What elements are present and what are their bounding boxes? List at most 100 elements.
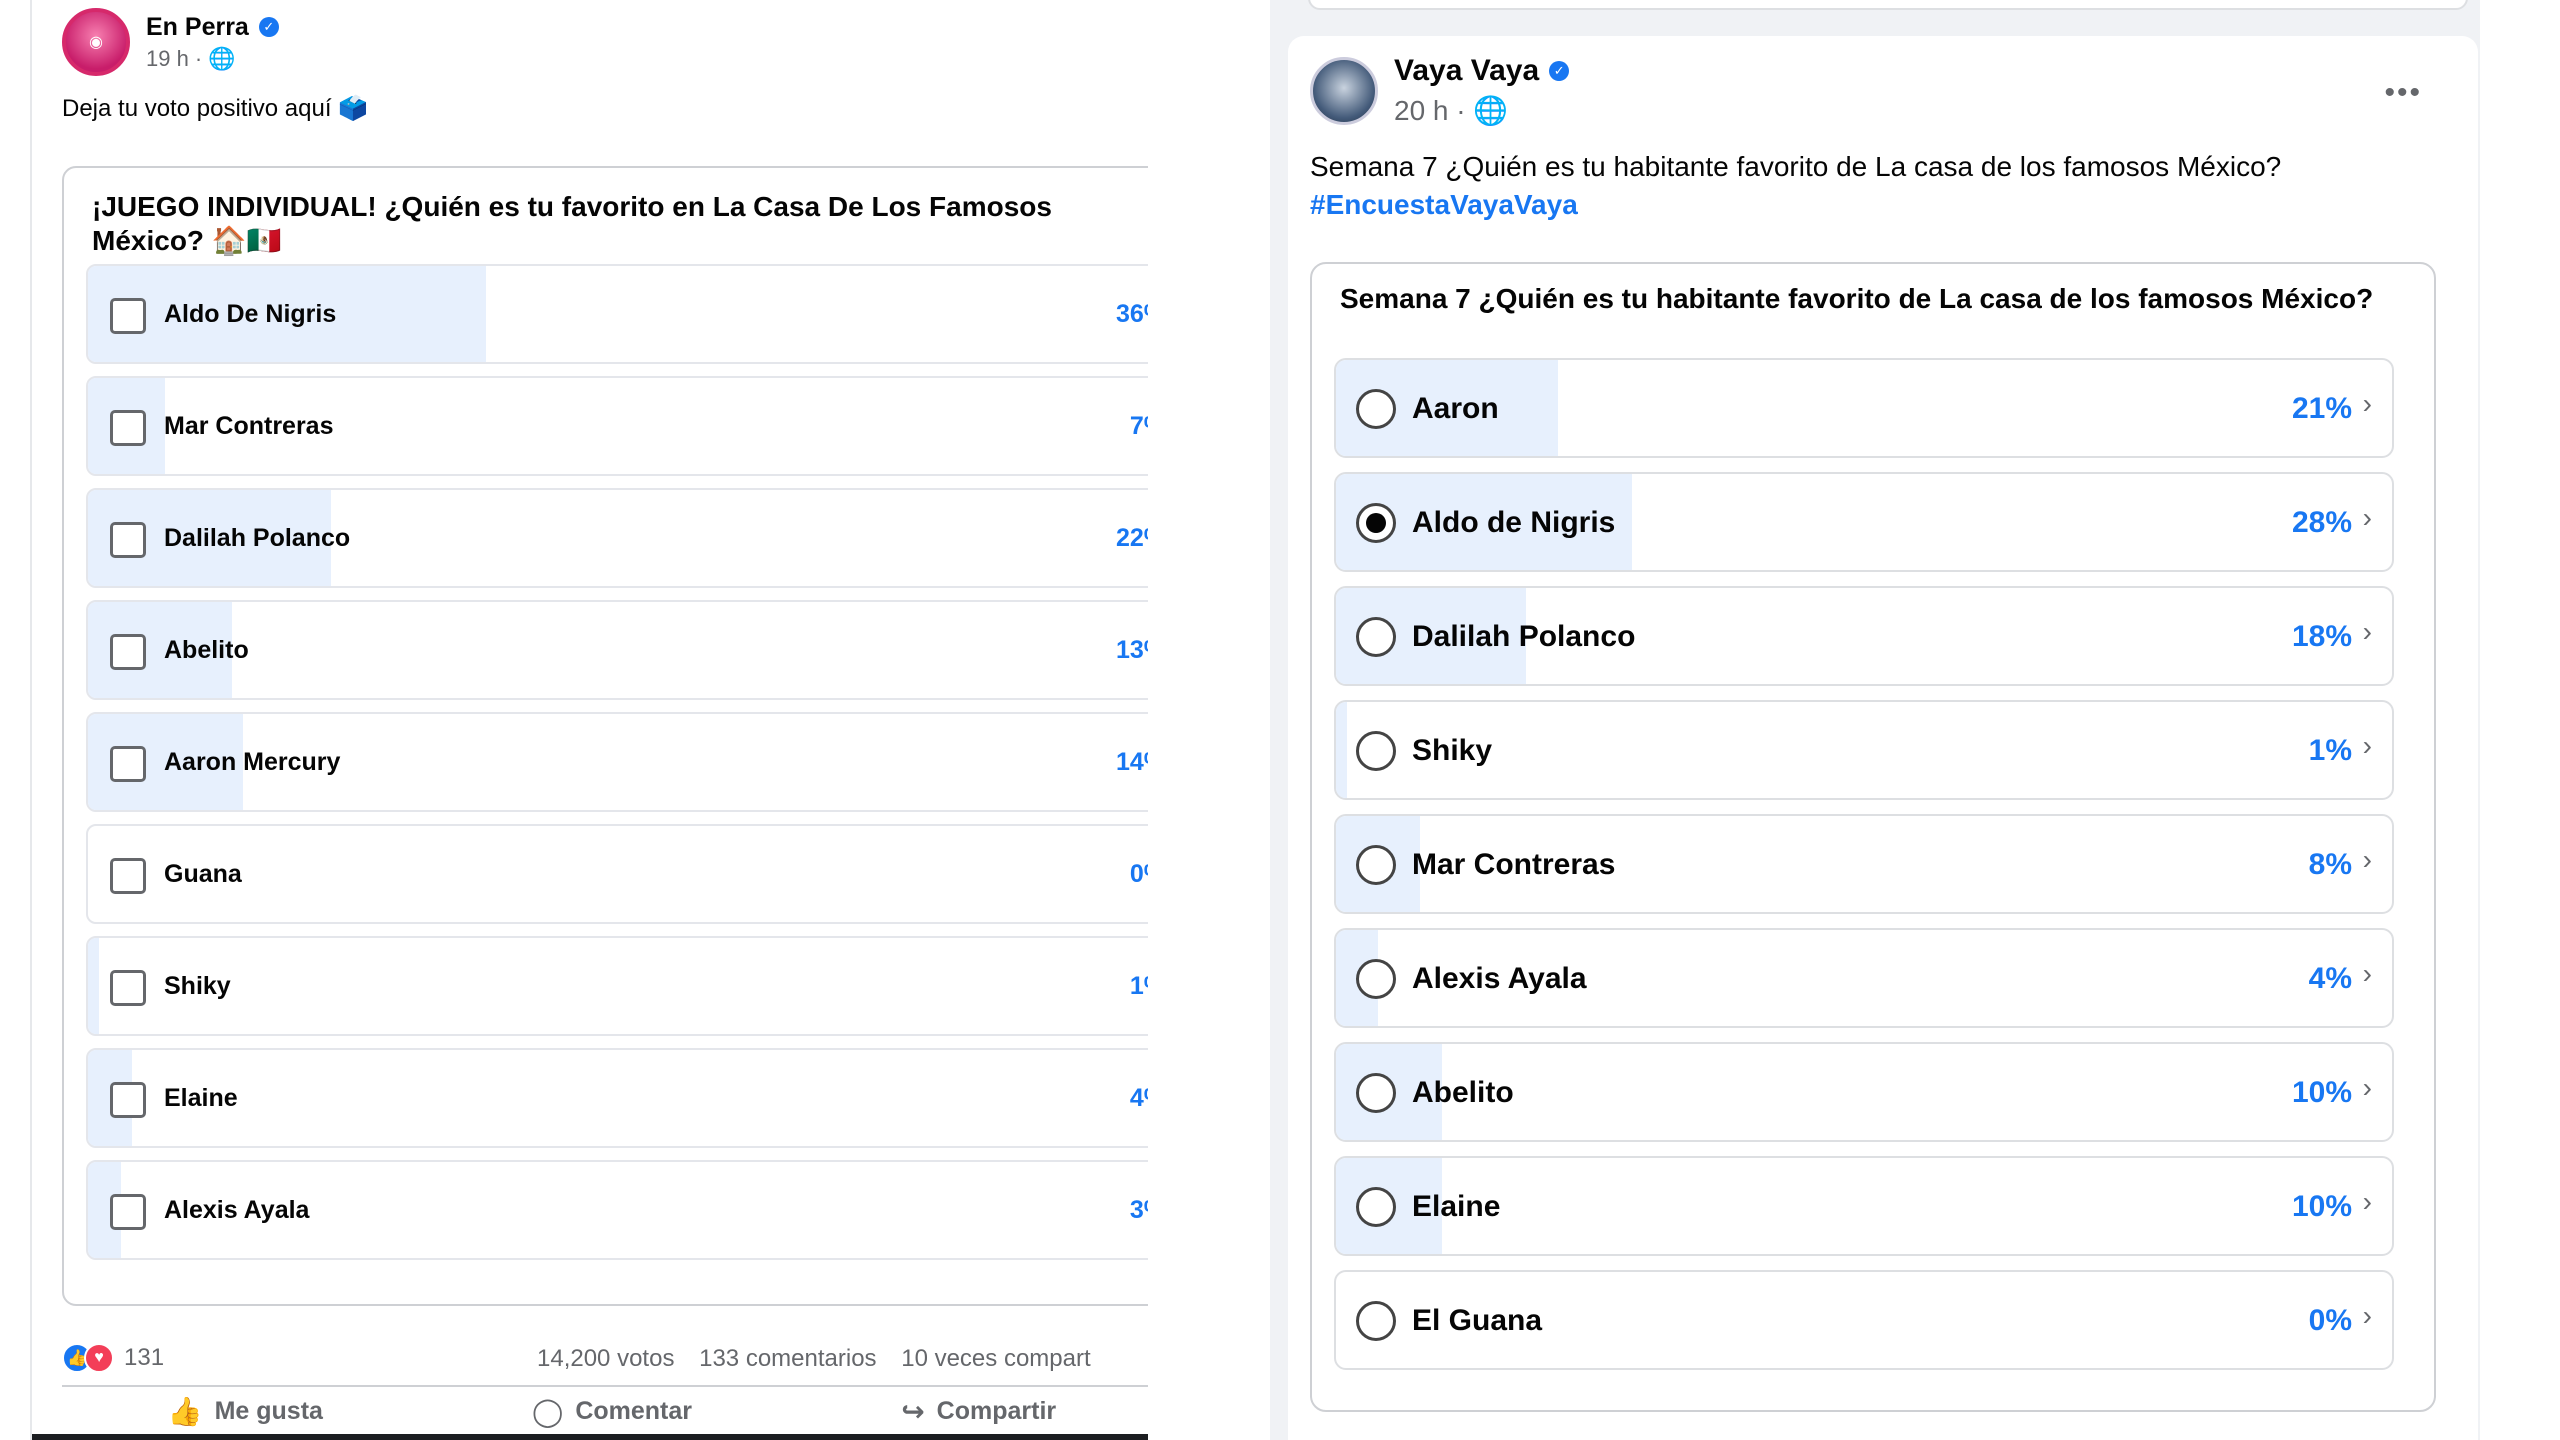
share-label: Compartir [936,1397,1057,1425]
poll-option-label: Aldo de Nigris [1412,506,1616,539]
poll-option-percent[interactable]: 1% [1130,972,1148,1001]
chevron-right-icon[interactable]: › [2363,730,2372,762]
verified-badge-icon: ✓ [258,17,279,37]
poll-option-label: Abelito [164,636,249,664]
radio-button[interactable] [1356,1073,1396,1113]
poll-option-percent[interactable]: 4% [2309,962,2352,996]
more-dots-icon[interactable]: ••• [2384,76,2422,110]
radio-button[interactable] [1356,731,1396,771]
reaction-count: 131 [124,1344,165,1371]
poll-option[interactable]: Aldo de Nigris 28% › [1334,472,2394,572]
poll-option[interactable]: Elaine4%› [86,1048,1148,1148]
chevron-right-icon[interactable]: › [2363,388,2372,420]
poll-option-percent[interactable]: 22% [1116,524,1148,553]
poll-option-label: Mar Contreras [164,412,334,440]
shares-count[interactable]: 10 veces compart [901,1345,1090,1372]
poll-option-percent[interactable]: 10% [2292,1190,2352,1224]
checkbox[interactable] [110,858,146,894]
poll-option[interactable]: Shiky1%› [86,936,1148,1036]
avatar[interactable] [1310,56,1378,125]
poll-option-percent[interactable]: 3% [1130,1196,1148,1225]
chevron-right-icon[interactable]: › [2363,502,2372,534]
checkbox[interactable] [110,634,146,670]
radio-button[interactable] [1356,503,1396,543]
radio-button[interactable] [1356,389,1396,429]
poll-option[interactable]: Abelito13%› [86,600,1148,700]
post-time[interactable]: 19 h · [146,46,202,71]
chevron-right-icon[interactable]: › [2363,844,2372,876]
radio-button[interactable] [1356,617,1396,657]
left-post-header: ◉ En Perra ✓ 19 h · 🌐 [62,8,279,76]
globe-icon: 🌐 [1473,95,1509,126]
post-time[interactable]: 20 h · [1394,95,1466,126]
chevron-right-icon[interactable]: › [2363,616,2372,648]
poll-option-percent[interactable]: 0% [2309,1304,2352,1338]
poll-option-percent[interactable]: 21% [2292,392,2352,426]
radio-button[interactable] [1356,845,1396,885]
poll-option-percent[interactable]: 4% [1130,1084,1148,1113]
globe-icon: 🌐 [208,45,236,71]
share-arrow-icon: ↪ [901,1396,925,1427]
hashtag-link[interactable]: #EncuestaVayaVaya [1310,189,1578,220]
poll-card: ¡JUEGO INDIVIDUAL! ¿Quién es tu favorito… [62,166,1148,1306]
like-button[interactable]: 👍 Me gusta [62,1395,429,1428]
author-name[interactable]: En Perra [146,13,249,42]
radio-button[interactable] [1356,959,1396,999]
right-post-header: Vaya Vaya ✓ 20 h · 🌐 [1310,54,1570,127]
poll-option[interactable]: Elaine 10% › [1334,1156,2394,1256]
share-button[interactable]: ↪ Compartir [795,1395,1148,1428]
author-name[interactable]: Vaya Vaya [1394,54,1539,88]
chevron-right-icon[interactable]: › [2363,1072,2372,1104]
poll-option-label: Aaron [1412,392,1499,425]
checkbox[interactable] [110,298,146,334]
radio-button[interactable] [1356,1301,1396,1341]
poll-option[interactable]: Aldo De Nigris36%› [86,264,1148,364]
poll-option-percent[interactable]: 1% [2309,734,2352,768]
poll-option[interactable]: Alexis Ayala3%› [86,1160,1148,1260]
poll-option[interactable]: Aaron 21% › [1334,358,2394,458]
checkbox[interactable] [110,970,146,1006]
poll-option-percent[interactable]: 36% [1116,300,1148,329]
reactions-summary[interactable]: 👍 ♥ 131 [62,1343,164,1373]
checkbox[interactable] [110,746,146,782]
poll-option-percent[interactable]: 28% [2292,506,2352,540]
poll-option-bar [1336,702,1347,798]
checkbox[interactable] [110,1194,146,1230]
poll-option[interactable]: El Guana 0% › [1334,1270,2394,1370]
poll-option-percent[interactable]: 14% [1116,748,1148,777]
poll-option-label: Elaine [1412,1190,1501,1223]
poll-option[interactable]: Mar Contreras7%› [86,376,1148,476]
votes-count[interactable]: 14,200 votos [537,1345,674,1372]
action-bar: 👍 Me gusta ◯ Comentar ↪ Compartir [62,1395,1148,1428]
poll-option-percent[interactable]: 10% [2292,1076,2352,1110]
poll-option[interactable]: Mar Contreras 8% › [1334,814,2394,914]
poll-option-percent[interactable]: 7% [1130,412,1148,441]
poll-option[interactable]: Dalilah Polanco 18% › [1334,586,2394,686]
chevron-right-icon[interactable]: › [2363,958,2372,990]
poll-option-percent[interactable]: 18% [2292,620,2352,654]
poll-option[interactable]: Dalilah Polanco22%› [86,488,1148,588]
poll-option[interactable]: Abelito 10% › [1334,1042,2394,1142]
chevron-right-icon[interactable]: › [2363,1300,2372,1332]
radio-button[interactable] [1356,1187,1396,1227]
comment-button[interactable]: ◯ Comentar [429,1395,796,1428]
comments-count[interactable]: 133 comentarios [699,1345,876,1372]
poll-option-percent[interactable]: 0% [1130,860,1148,889]
poll-option-label: Dalilah Polanco [164,524,351,552]
poll-option-percent[interactable]: 8% [2309,848,2352,882]
speech-bubble-icon: ◯ [531,1396,564,1427]
poll-option-label: Dalilah Polanco [1412,620,1636,653]
poll-option-label: El Guana [1412,1304,1543,1337]
poll-option[interactable]: Guana0%› [86,824,1148,924]
checkbox[interactable] [110,410,146,446]
chevron-right-icon[interactable]: › [2363,1186,2372,1218]
post-body-text: Semana 7 ¿Quién es tu habitante favorito… [1310,151,2282,182]
divider [32,1434,1148,1440]
poll-option[interactable]: Shiky1%› [1334,700,2394,800]
poll-option[interactable]: Aaron Mercury14%› [86,712,1148,812]
poll-option-percent[interactable]: 13% [1116,636,1148,665]
checkbox[interactable] [110,522,146,558]
avatar[interactable]: ◉ [62,8,130,76]
checkbox[interactable] [110,1082,146,1118]
poll-option[interactable]: Alexis Ayala 4% › [1334,928,2394,1028]
